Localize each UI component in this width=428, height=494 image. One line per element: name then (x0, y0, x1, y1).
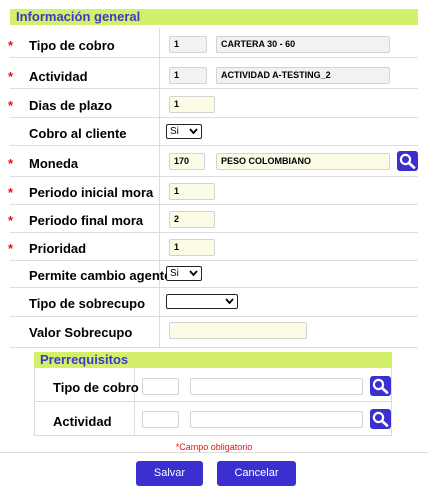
moneda-search-button[interactable] (397, 151, 418, 171)
cobro-cliente-selected: Si (170, 126, 179, 137)
section-header-general: Información general (10, 9, 418, 25)
save-button[interactable]: Salvar (136, 461, 203, 486)
search-icon (372, 411, 389, 427)
required-marker: * (8, 69, 14, 84)
required-marker: * (8, 98, 14, 113)
permite-cambio-selected: Si (170, 268, 179, 279)
pre-tipo-cobro-description-field[interactable] (190, 378, 363, 395)
periodo-final-label: Periodo final mora (29, 213, 144, 228)
tipo-cobro-code-field[interactable]: 1 (169, 36, 207, 53)
required-note-text: Campo obligatorio (179, 442, 253, 452)
pre-tipo-cobro-search-button[interactable] (370, 376, 391, 396)
chevron-down-icon (189, 267, 198, 284)
tipo-cobro-label: Tipo de cobro (29, 38, 115, 53)
tipo-cobro-description-field[interactable]: CARTERA 30 - 60 (216, 36, 390, 53)
actividad-label: Actividad (29, 69, 88, 84)
search-icon (399, 153, 416, 169)
search-icon (372, 378, 389, 394)
tipo-sobrecupo-select[interactable] (166, 294, 238, 309)
periodo-inicial-label: Periodo inicial mora (29, 185, 154, 200)
periodo-inicial-field[interactable]: 1 (169, 183, 215, 200)
prioridad-field[interactable]: 1 (169, 239, 215, 256)
pre-actividad-code-field[interactable] (142, 411, 179, 428)
pre-actividad-label: Actividad (53, 414, 112, 429)
actividad-description-field[interactable]: ACTIVIDAD A-TESTING_2 (216, 67, 390, 84)
tipo-sobrecupo-label: Tipo de sobrecupo (29, 296, 146, 311)
footer-divider (0, 452, 428, 453)
required-field-note: *Campo obligatorio (0, 442, 428, 452)
chevron-down-icon (189, 125, 198, 142)
pre-actividad-description-field[interactable] (190, 411, 363, 428)
dias-plazo-label: Dias de plazo (29, 98, 113, 113)
pre-tipo-cobro-code-field[interactable] (142, 378, 179, 395)
prioridad-label: Prioridad (29, 241, 87, 256)
periodo-final-field[interactable]: 2 (169, 211, 215, 228)
required-marker: * (8, 38, 14, 53)
cobro-cliente-select[interactable]: Si (166, 124, 202, 139)
moneda-code-field[interactable]: 170 (169, 153, 205, 170)
permite-cambio-label: Permite cambio agente (29, 268, 172, 283)
required-marker: * (8, 213, 14, 228)
pre-tipo-cobro-label: Tipo de cobro (53, 380, 139, 395)
moneda-label: Moneda (29, 156, 79, 171)
moneda-description-field[interactable]: PESO COLOMBIANO (216, 153, 390, 170)
required-marker: * (8, 241, 14, 256)
chevron-down-icon (225, 295, 234, 312)
dias-plazo-field[interactable]: 1 (169, 96, 215, 113)
section-header-prerrequisitos: Prerrequisitos (34, 352, 392, 368)
valor-sobrecupo-label: Valor Sobrecupo (29, 325, 133, 340)
valor-sobrecupo-field[interactable] (169, 322, 307, 339)
permite-cambio-select[interactable]: Si (166, 266, 202, 281)
cancel-button[interactable]: Cancelar (217, 461, 296, 486)
cobro-cliente-label: Cobro al cliente (29, 126, 127, 141)
required-marker: * (8, 185, 14, 200)
pre-actividad-search-button[interactable] (370, 409, 391, 429)
actividad-code-field[interactable]: 1 (169, 67, 207, 84)
required-marker: * (8, 156, 14, 171)
